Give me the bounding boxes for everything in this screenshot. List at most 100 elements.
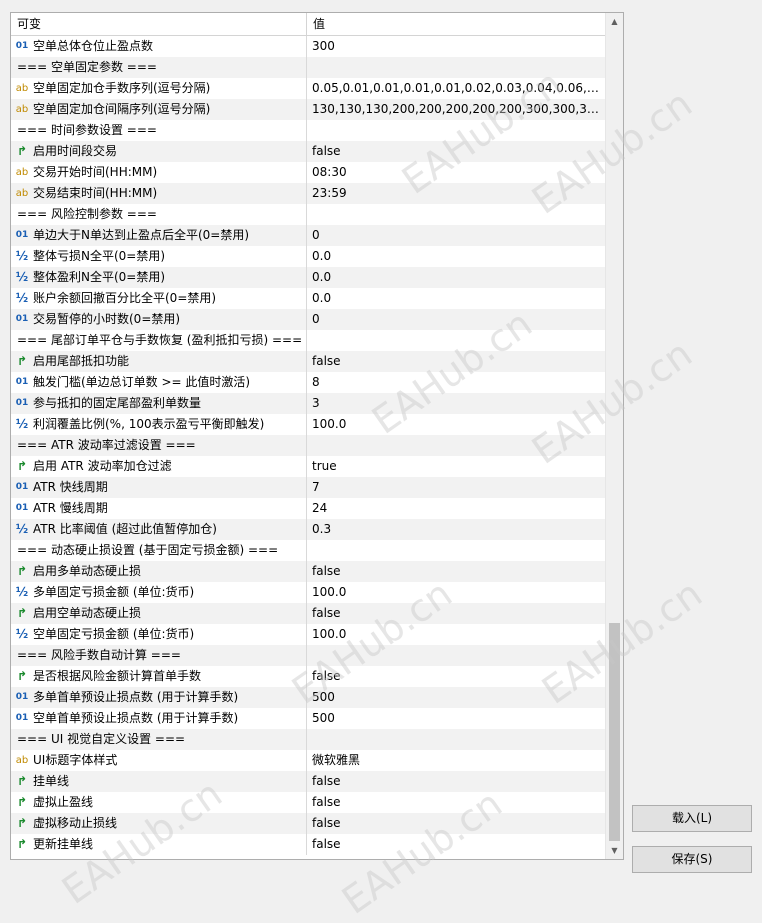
scrollbar-thumb[interactable] — [609, 623, 620, 841]
parameter-value-cell[interactable]: 130,130,130,200,200,200,200,200,300,300,… — [308, 99, 605, 120]
integer-type-icon: 01 — [15, 314, 29, 324]
parameter-value-cell[interactable]: 微软雅黑 — [308, 750, 605, 771]
parameter-value-cell[interactable] — [308, 729, 605, 750]
parameter-value-cell[interactable]: false — [308, 561, 605, 582]
parameter-value-cell[interactable] — [308, 120, 605, 141]
parameter-row[interactable]: ↱ 挂单线 false — [11, 771, 605, 792]
parameter-value-cell[interactable]: 0.3 — [308, 519, 605, 540]
parameter-value-cell[interactable]: 3 — [308, 393, 605, 414]
boolean-type-icon: ↱ — [16, 837, 28, 851]
parameter-row[interactable]: ½ 整体盈利N全平(0=禁用) 0.0 — [11, 267, 605, 288]
parameter-value-cell[interactable] — [308, 330, 605, 351]
string-type-icon: ab — [15, 104, 29, 115]
parameter-value-cell[interactable]: 0 — [308, 225, 605, 246]
section-header-row[interactable]: === 空单固定参数 === — [11, 57, 605, 78]
parameter-row[interactable]: ↱ 启用时间段交易 false — [11, 141, 605, 162]
parameter-value-cell[interactable]: false — [308, 351, 605, 372]
section-header-row[interactable]: === ATR 波动率过滤设置 === — [11, 435, 605, 456]
parameter-row[interactable]: ↱ 启用尾部抵扣功能 false — [11, 351, 605, 372]
parameter-row[interactable]: ½ 多单固定亏损金额 (单位:货币) 100.0 — [11, 582, 605, 603]
parameter-row[interactable]: ab UI标题字体样式 微软雅黑 — [11, 750, 605, 771]
parameter-value-cell[interactable]: 100.0 — [308, 624, 605, 645]
integer-type-icon: 01 — [15, 377, 29, 387]
parameter-value-cell[interactable] — [308, 540, 605, 561]
save-button[interactable]: 保存(S) — [632, 846, 752, 873]
parameter-name-cell: ½ 账户余额回撤百分比全平(0=禁用) — [11, 288, 307, 309]
section-header-row[interactable]: === 风险控制参数 === — [11, 204, 605, 225]
parameter-value-cell[interactable]: true — [308, 456, 605, 477]
parameter-value-cell[interactable]: 500 — [308, 687, 605, 708]
parameter-row[interactable]: ½ 空单固定亏损金额 (单位:货币) 100.0 — [11, 624, 605, 645]
parameter-row[interactable]: ↱ 虚拟止盈线 false — [11, 792, 605, 813]
parameter-row[interactable]: ½ ATR 比率阈值 (超过此值暂停加仓) 0.3 — [11, 519, 605, 540]
section-header-row[interactable]: === UI 视觉自定义设置 === — [11, 729, 605, 750]
parameter-row[interactable]: ab 交易结束时间(HH:MM) 23:59 — [11, 183, 605, 204]
parameter-label: 虚拟止盈线 — [33, 795, 94, 809]
parameter-row[interactable]: 01 ATR 快线周期 7 — [11, 477, 605, 498]
parameter-row[interactable]: 01 多单首单预设止损点数 (用于计算手数) 500 — [11, 687, 605, 708]
parameter-row[interactable]: 01 ATR 慢线周期 24 — [11, 498, 605, 519]
parameter-value-cell[interactable]: 0.05,0.01,0.01,0.01,0.01,0.02,0.03,0.04,… — [308, 78, 605, 99]
parameter-label: 启用空单动态硬止损 — [33, 606, 142, 620]
parameter-value-cell[interactable]: 500 — [308, 708, 605, 729]
parameter-value-cell[interactable] — [308, 435, 605, 456]
column-header-value[interactable]: 值 — [307, 13, 605, 35]
parameter-row[interactable]: ↱ 启用空单动态硬止损 false — [11, 603, 605, 624]
parameter-value-cell[interactable]: 0 — [308, 309, 605, 330]
parameter-row[interactable]: ab 交易开始时间(HH:MM) 08:30 — [11, 162, 605, 183]
parameter-value-cell[interactable]: false — [308, 603, 605, 624]
parameter-row[interactable]: ↱ 启用多单动态硬止损 false — [11, 561, 605, 582]
section-header-row[interactable]: === 时间参数设置 === — [11, 120, 605, 141]
parameter-row[interactable]: ↱ 是否根据风险金额计算首单手数 false — [11, 666, 605, 687]
parameter-row[interactable]: 01 空单首单预设止损点数 (用于计算手数) 500 — [11, 708, 605, 729]
parameter-value-cell[interactable] — [308, 204, 605, 225]
parameter-row[interactable]: ab 空单固定加仓间隔序列(逗号分隔) 130,130,130,200,200,20… — [11, 99, 605, 120]
parameter-value-cell[interactable]: false — [308, 834, 605, 855]
parameter-value-cell[interactable]: 08:30 — [308, 162, 605, 183]
parameter-row[interactable]: ½ 利润覆盖比例(%, 100表示盈亏平衡即触发) 100.0 — [11, 414, 605, 435]
parameter-name-cell: ½ ATR 比率阈值 (超过此值暂停加仓) — [11, 519, 307, 540]
parameter-value-cell[interactable]: 0.0 — [308, 288, 605, 309]
vertical-scrollbar[interactable]: ▲ ▼ — [605, 13, 623, 859]
parameter-value-cell[interactable]: 23:59 — [308, 183, 605, 204]
parameter-value-cell[interactable]: 0.0 — [308, 246, 605, 267]
parameter-row[interactable]: ½ 整体亏损N全平(0=禁用) 0.0 — [11, 246, 605, 267]
load-button[interactable]: 载入(L) — [632, 805, 752, 832]
section-header-row[interactable]: === 尾部订单平仓与手数恢复 (盈利抵扣亏损) === — [11, 330, 605, 351]
parameter-value-cell[interactable]: 100.0 — [308, 582, 605, 603]
parameter-value-cell[interactable]: 7 — [308, 477, 605, 498]
parameter-row[interactable]: 01 空单总体仓位止盈点数 300 — [11, 36, 605, 57]
parameter-row[interactable]: ↱ 虚拟移动止损线 false — [11, 813, 605, 834]
scroll-down-arrow-icon[interactable]: ▼ — [606, 842, 623, 859]
parameter-value-cell[interactable]: 100.0 — [308, 414, 605, 435]
string-type-icon: ab — [15, 755, 29, 766]
parameter-name-cell: === 风险手数自动计算 === — [11, 645, 307, 666]
parameter-value-cell[interactable] — [308, 57, 605, 78]
parameter-row[interactable]: 01 单边大于N单达到止盈点后全平(0=禁用) 0 — [11, 225, 605, 246]
parameter-row[interactable]: ab 空单固定加仓手数序列(逗号分隔) 0.05,0.01,0.01,0.01,0.… — [11, 78, 605, 99]
column-header-variable[interactable]: 可变 — [11, 13, 307, 35]
parameter-value-cell[interactable] — [308, 645, 605, 666]
parameter-value-cell[interactable]: false — [308, 141, 605, 162]
parameter-value-cell[interactable]: 8 — [308, 372, 605, 393]
section-header-row[interactable]: === 动态硬止损设置 (基于固定亏损金额) === — [11, 540, 605, 561]
parameter-name-cell: ½ 多单固定亏损金额 (单位:货币) — [11, 582, 307, 603]
parameter-row[interactable]: ½ 账户余额回撤百分比全平(0=禁用) 0.0 — [11, 288, 605, 309]
parameter-name-cell: 01 ATR 慢线周期 — [11, 498, 307, 519]
parameter-row[interactable]: ↱ 更新挂单线 false — [11, 834, 605, 855]
parameter-name-cell: 01 空单首单预设止损点数 (用于计算手数) — [11, 708, 307, 729]
parameter-row[interactable]: 01 触发门槛(单边总订单数 >= 此值时激活) 8 — [11, 372, 605, 393]
parameter-row[interactable]: ↱ 启用 ATR 波动率加仓过滤 true — [11, 456, 605, 477]
parameter-value-cell[interactable]: false — [308, 666, 605, 687]
parameter-value-cell[interactable]: false — [308, 792, 605, 813]
parameter-value-cell[interactable]: false — [308, 771, 605, 792]
section-header-row[interactable]: === 风险手数自动计算 === — [11, 645, 605, 666]
parameter-value-cell[interactable]: 24 — [308, 498, 605, 519]
parameter-name-cell: ↱ 是否根据风险金额计算首单手数 — [11, 666, 307, 687]
parameter-row[interactable]: 01 交易暂停的小时数(0=禁用) 0 — [11, 309, 605, 330]
parameter-value-cell[interactable]: 300 — [308, 36, 605, 57]
scroll-up-arrow-icon[interactable]: ▲ — [606, 13, 623, 30]
parameter-value-cell[interactable]: false — [308, 813, 605, 834]
parameter-value-cell[interactable]: 0.0 — [308, 267, 605, 288]
parameter-row[interactable]: 01 参与抵扣的固定尾部盈利单数量 3 — [11, 393, 605, 414]
